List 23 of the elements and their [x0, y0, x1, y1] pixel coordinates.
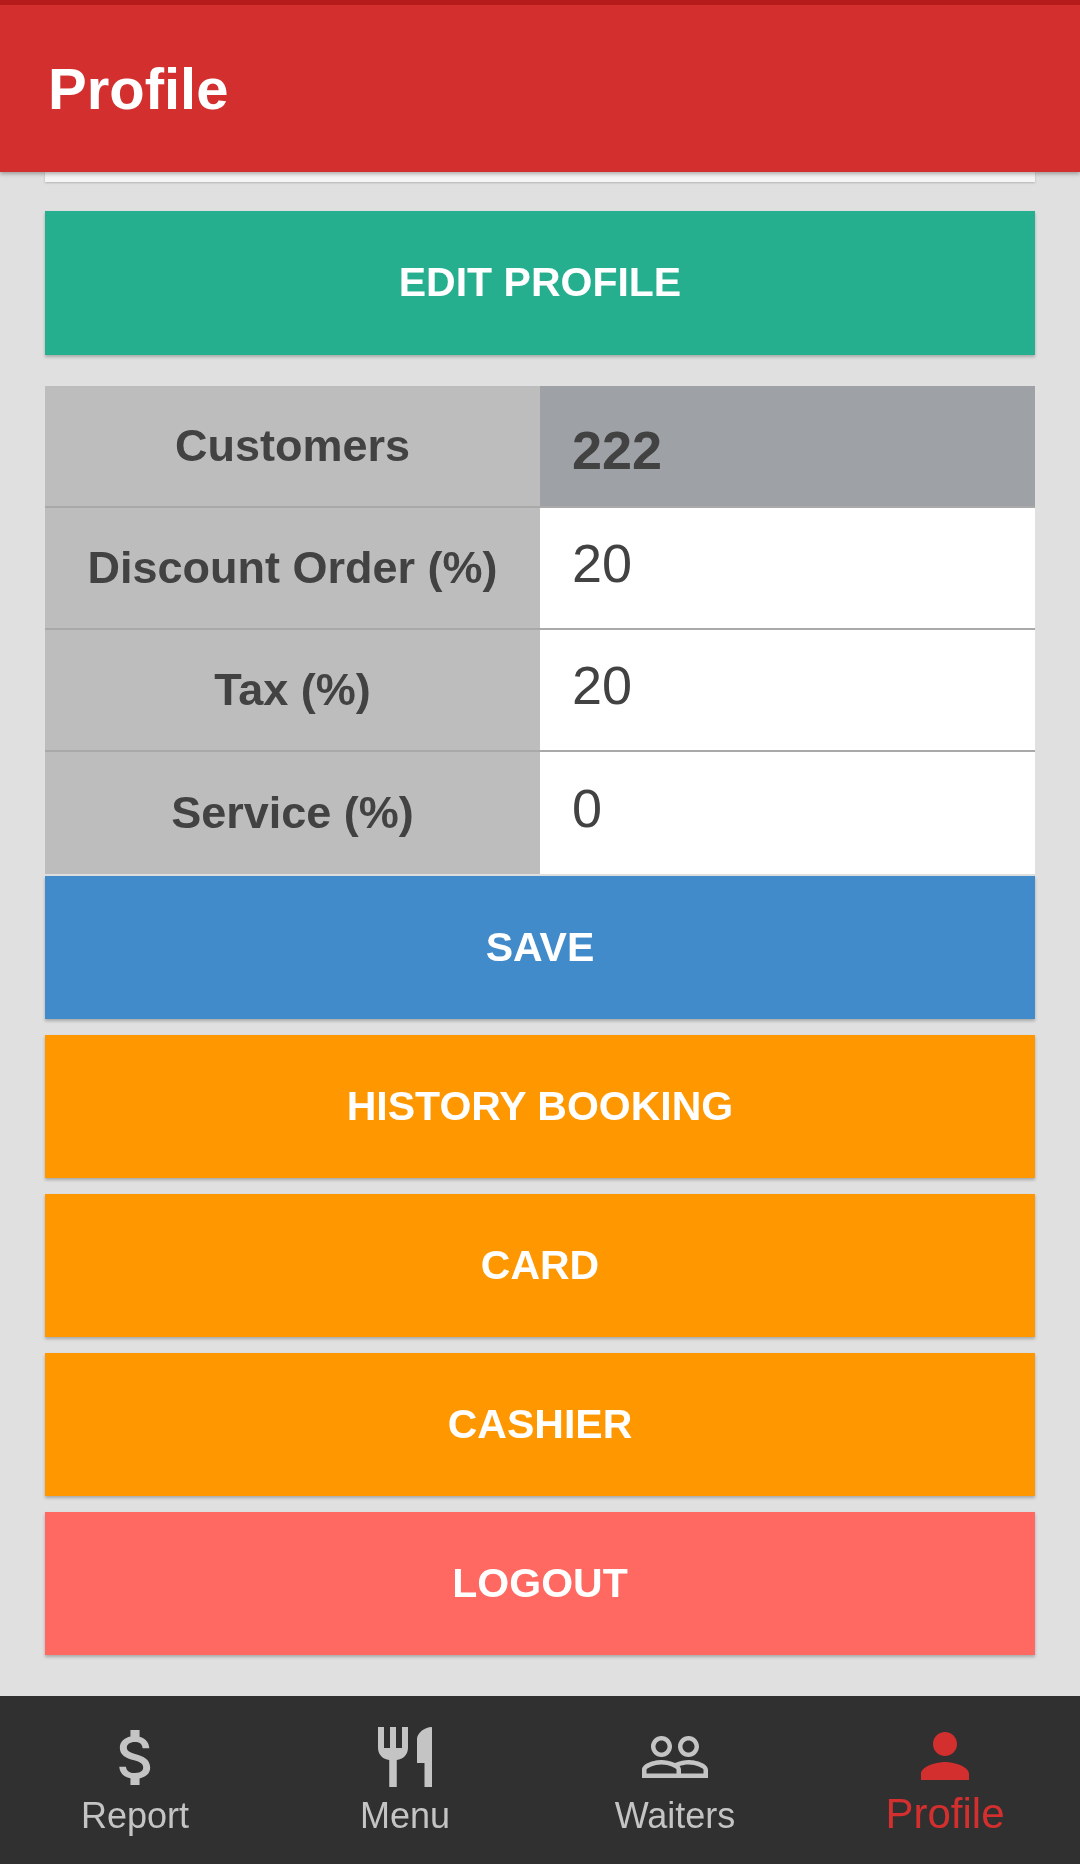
action-button[interactable]: SAVE — [45, 876, 1035, 1019]
nav-tab[interactable]: Waiters — [540, 1696, 810, 1864]
page-title: Profile — [48, 55, 229, 123]
row-label: Discount Order (%) — [45, 508, 540, 628]
action-button[interactable]: CASHIER — [45, 1353, 1035, 1496]
row-label: Customers — [45, 386, 540, 506]
value-field[interactable]: 0 — [540, 752, 1035, 874]
value-field[interactable]: 20 — [540, 508, 1035, 628]
row-label: Tax (%) — [45, 630, 540, 750]
action-button[interactable]: LOGOUT — [45, 1512, 1035, 1655]
fork-knife-icon — [378, 1727, 432, 1787]
dollar-icon — [118, 1729, 152, 1785]
person-icon — [921, 1732, 969, 1780]
nav-tab[interactable]: Report — [0, 1696, 270, 1864]
action-button[interactable]: CARD — [45, 1194, 1035, 1337]
value-field[interactable]: 20 — [540, 630, 1035, 750]
people-icon — [642, 1736, 708, 1778]
row-label: Service (%) — [45, 752, 540, 874]
nav-tab[interactable]: Profile — [810, 1696, 1080, 1864]
edit-profile-button[interactable]: EDIT PROFILE — [45, 211, 1035, 355]
action-button[interactable]: HISTORY BOOKING — [45, 1035, 1035, 1178]
customers-count: 222 — [540, 386, 1035, 506]
nav-tab[interactable]: Menu — [270, 1696, 540, 1864]
